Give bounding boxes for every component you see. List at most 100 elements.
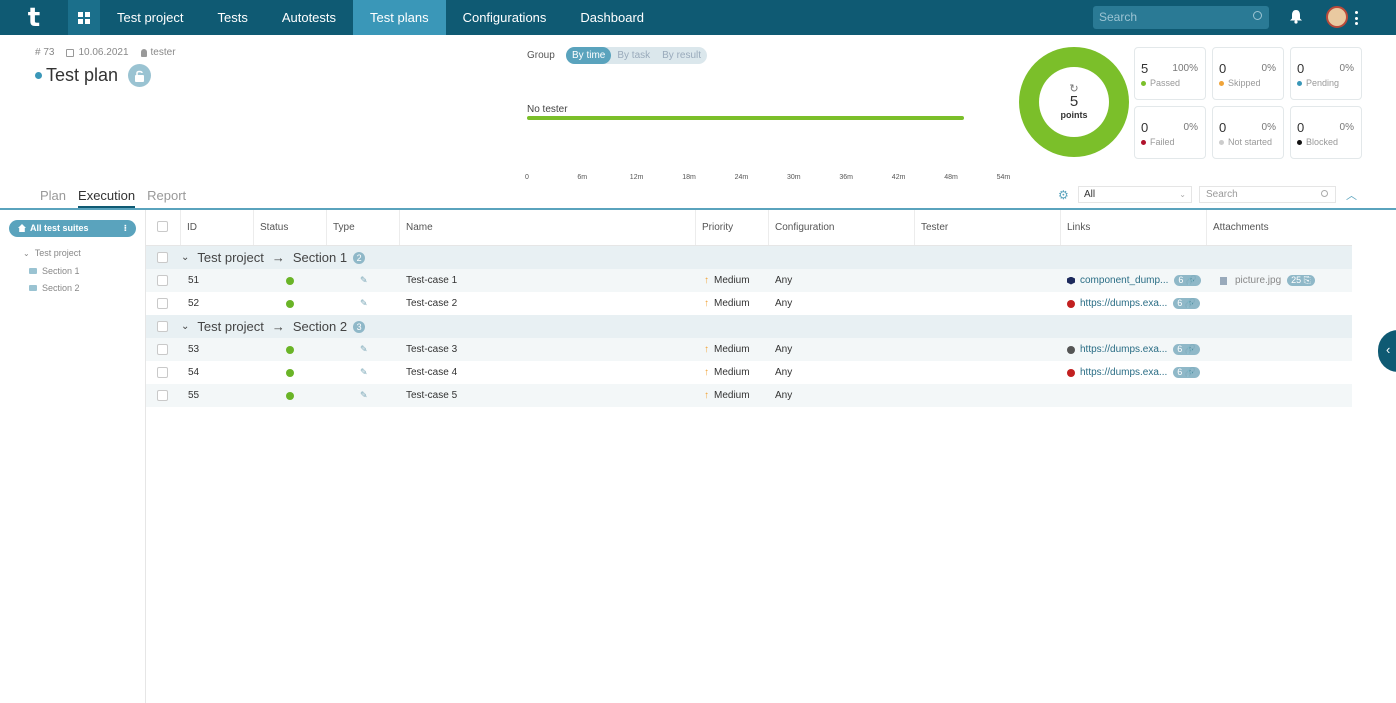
link-url[interactable]: https://dumps.exa... (1080, 344, 1167, 355)
row-name[interactable]: Test-case 4 (406, 367, 457, 378)
group-section: Section 1 (292, 250, 348, 265)
stat-passed[interactable]: 5 100% Passed (1134, 47, 1206, 100)
all-test-suites-label: All test suites (30, 223, 89, 233)
attachment-name[interactable]: picture.jpg (1235, 275, 1281, 286)
settings-gear-icon[interactable]: ⚙ (1058, 188, 1069, 202)
col-priority[interactable]: Priority (696, 210, 769, 245)
nav-test-project[interactable]: Test project (100, 0, 200, 35)
group-project: Test project (197, 319, 264, 334)
status-dot-icon (1141, 80, 1146, 86)
row-name[interactable]: Test-case 2 (406, 298, 457, 309)
group-checkbox[interactable] (157, 252, 168, 263)
chevron-down-icon[interactable]: ⌄ (181, 252, 189, 263)
link-icon: 🔗 (1185, 275, 1198, 285)
table-row[interactable]: 53 ✎ Test-case 3 ↑ Medium Any https://dumps.ex… (146, 338, 1352, 361)
nav-configurations[interactable]: Configurations (446, 0, 564, 35)
tab-plan[interactable]: Plan (40, 188, 66, 208)
app-logo[interactable]: t (0, 0, 68, 35)
select-all-checkbox[interactable] (157, 220, 168, 232)
link-cell: https://dumps.exa... 6 🔗 (1067, 298, 1201, 309)
group-by-time[interactable]: By time (566, 47, 612, 64)
tree-item-label: Section 1 (42, 266, 80, 276)
status-dot (35, 72, 42, 79)
col-attachments[interactable]: Attachments (1207, 210, 1352, 245)
collapse-chevron-up-icon[interactable]: ︿ (1346, 187, 1357, 203)
tab-execution[interactable]: Execution (78, 188, 136, 209)
link-count-badge[interactable]: 6 🔗 (1173, 298, 1201, 309)
table-row[interactable]: 55 ✎ Test-case 5 ↑ Medium Any (146, 384, 1352, 407)
nav-test-plans[interactable]: Test plans (353, 0, 446, 35)
paperclip-icon: ⎘ (1303, 275, 1311, 285)
chevron-down-icon[interactable]: ⌄ (23, 249, 30, 258)
tree-item-section-2[interactable]: Section 2 (29, 283, 80, 293)
table-row[interactable]: 52 ✎ Test-case 2 ↑ Medium Any https://dumps.ex… (146, 292, 1352, 315)
tree-item-section-1[interactable]: Section 1 (29, 266, 80, 276)
col-tester[interactable]: Tester (915, 210, 1061, 245)
link-count-badge[interactable]: 6 🔗 (1174, 275, 1202, 286)
group-by-result[interactable]: By result (656, 47, 707, 64)
stat-skipped[interactable]: 0 0% Skipped (1212, 47, 1284, 100)
link-count-badge[interactable]: 6 🔗 (1173, 367, 1201, 378)
table-row[interactable]: 51 ✎ Test-case 1 ↑ Medium Any component_dump..… (146, 269, 1352, 292)
stat-not-started[interactable]: 0 0% Not started (1212, 106, 1284, 159)
link-url[interactable]: https://dumps.exa... (1080, 298, 1167, 309)
table-search-input[interactable]: Search (1199, 186, 1336, 203)
group-checkbox[interactable] (157, 321, 168, 332)
axis-tick-label: 6m (577, 174, 588, 181)
stat-pending[interactable]: 0 0% Pending (1290, 47, 1362, 100)
row-name[interactable]: Test-case 3 (406, 344, 457, 355)
group-row[interactable]: ⌄ Test project → Section 2 3 (146, 315, 1352, 338)
all-test-suites-button[interactable]: All test suites ⁝ (9, 220, 136, 237)
tab-report[interactable]: Report (147, 188, 186, 208)
stat-failed[interactable]: 0 0% Failed (1134, 106, 1206, 159)
plan-date: 10.06.2021 (66, 47, 129, 58)
row-checkbox[interactable] (157, 367, 168, 378)
status-dot (286, 368, 294, 377)
nav-autotests[interactable]: Autotests (265, 0, 353, 35)
stat-blocked[interactable]: 0 0% Blocked (1290, 106, 1362, 159)
status-dot-icon (1219, 139, 1224, 145)
nav-tests[interactable]: Tests (200, 0, 264, 35)
global-search-input[interactable]: Search (1093, 6, 1269, 29)
suites-sidebar: All test suites ⁝ ⌄ Test project Section… (0, 210, 146, 703)
circle-icon (1067, 345, 1075, 354)
row-checkbox[interactable] (157, 275, 168, 286)
filter-select[interactable]: All ⌄ (1078, 186, 1192, 203)
row-checkbox[interactable] (157, 390, 168, 401)
more-vertical-icon[interactable]: ⁝ (124, 220, 127, 237)
link-url[interactable]: https://dumps.exa... (1080, 367, 1167, 378)
col-links[interactable]: Links (1061, 210, 1207, 245)
row-checkbox[interactable] (157, 344, 168, 355)
col-id[interactable]: ID (181, 210, 254, 245)
link-count-badge[interactable]: 6 🔗 (1173, 344, 1201, 355)
col-type[interactable]: Type (327, 210, 400, 245)
more-menu-icon[interactable] (1355, 11, 1358, 25)
side-panel-toggle[interactable]: ‹ (1378, 330, 1396, 372)
tree-item-project[interactable]: ⌄ Test project (23, 248, 81, 258)
attachment-count-badge[interactable]: 25 ⎘ (1287, 275, 1315, 286)
unlock-button[interactable] (128, 64, 152, 87)
row-select-cell (157, 344, 168, 355)
stat-label: Passed (1141, 78, 1180, 88)
status-dot (286, 345, 294, 354)
table-row[interactable]: 54 ✎ Test-case 4 ↑ Medium Any https://dumps.ex… (146, 361, 1352, 384)
view-tabs: Plan Execution Report (40, 188, 186, 209)
status-passed-icon (286, 391, 294, 400)
chevron-down-icon[interactable]: ⌄ (181, 321, 189, 332)
col-name[interactable]: Name (400, 210, 696, 245)
select-all-cell (146, 210, 181, 245)
row-name[interactable]: Test-case 5 (406, 390, 457, 401)
group-row[interactable]: ⌄ Test project → Section 1 2 (146, 246, 1352, 269)
group-section: Section 2 (292, 319, 348, 334)
row-name[interactable]: Test-case 1 (406, 275, 457, 286)
group-by-task[interactable]: By task (611, 47, 656, 64)
nav-dashboard[interactable]: Dashboard (563, 0, 661, 35)
user-icon (140, 48, 147, 57)
col-configuration[interactable]: Configuration (769, 210, 915, 245)
col-status[interactable]: Status (254, 210, 327, 245)
bell-icon[interactable] (1289, 9, 1303, 24)
apps-grid-button[interactable] (68, 0, 100, 35)
user-avatar[interactable] (1326, 6, 1348, 28)
link-url[interactable]: component_dump... (1080, 275, 1168, 286)
row-checkbox[interactable] (157, 298, 168, 309)
